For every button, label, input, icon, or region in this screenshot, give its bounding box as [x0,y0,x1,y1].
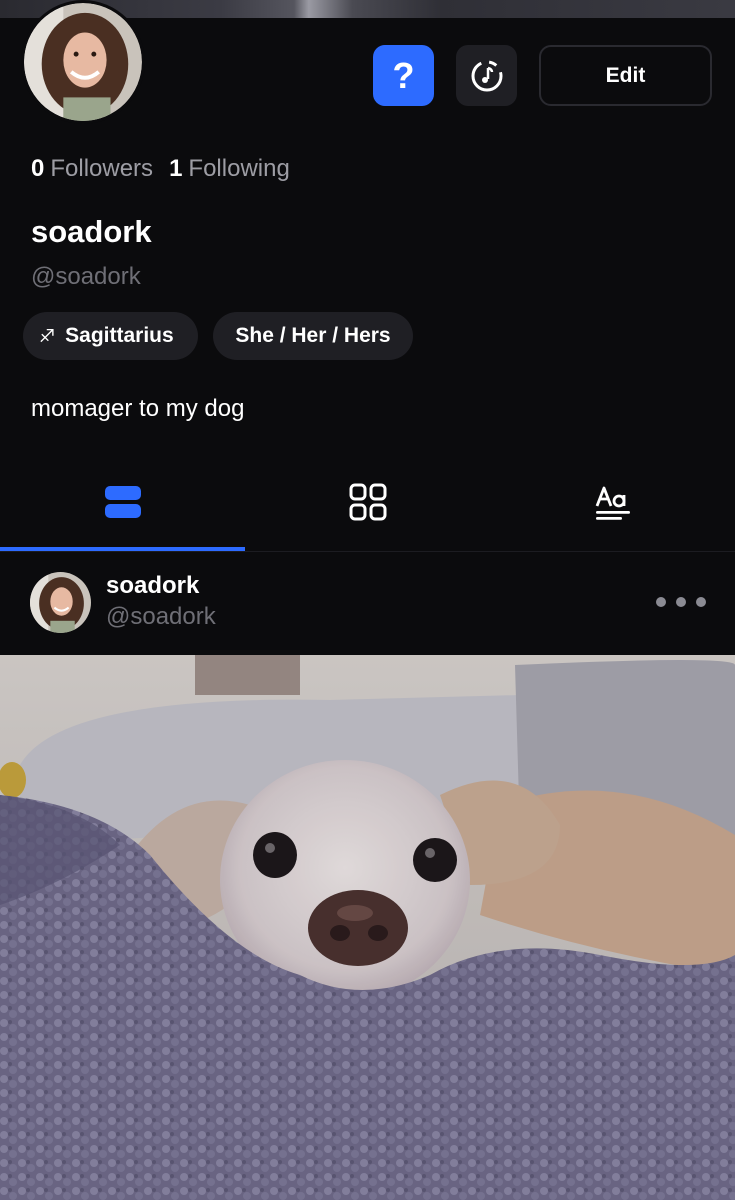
following-link[interactable]: 1 Following [169,155,290,183]
following-count: 1 [169,155,183,182]
following-label: Following [188,155,290,182]
pronouns-chip[interactable]: She / Her / Hers [213,312,413,360]
post-author-avatar[interactable] [30,572,91,633]
post-author-name[interactable]: soadork [106,572,199,600]
tab-text[interactable] [490,452,735,552]
edit-profile-button[interactable]: Edit [539,45,712,106]
tab-feed[interactable] [0,452,245,552]
pronouns-label: She / Her / Hers [235,324,391,347]
zodiac-chip[interactable]: ♐ Sagittarius [23,312,198,360]
follow-stats: 0 Followers 1 Following [31,155,290,183]
grid-icon [349,483,386,521]
followers-label: Followers [50,155,154,182]
profile-page: ? Edit 0 Followers 1 Following soadork @so… [0,0,735,1200]
display-name: soadork [31,214,152,249]
music-button[interactable] [456,45,517,106]
profile-bio: momager to my dog [31,395,245,422]
feed-list-icon [104,486,141,518]
followers-link[interactable]: 0 Followers [31,155,153,183]
sagittarius-icon: ♐ [39,325,56,346]
post-image[interactable] [0,655,735,1200]
help-button[interactable]: ? [373,45,434,106]
tab-grid[interactable] [245,452,490,552]
profile-avatar[interactable] [21,0,145,124]
more-options-icon[interactable] [656,592,706,612]
followers-count: 0 [31,155,45,182]
profile-tabs [0,452,735,552]
tabs-divider [0,551,735,552]
text-posts-icon [595,486,630,520]
profile-handle: @soadork [31,263,141,290]
music-disc-icon [471,60,502,91]
zodiac-label: Sagittarius [65,324,174,347]
post-author-handle: @soadork [106,603,216,630]
